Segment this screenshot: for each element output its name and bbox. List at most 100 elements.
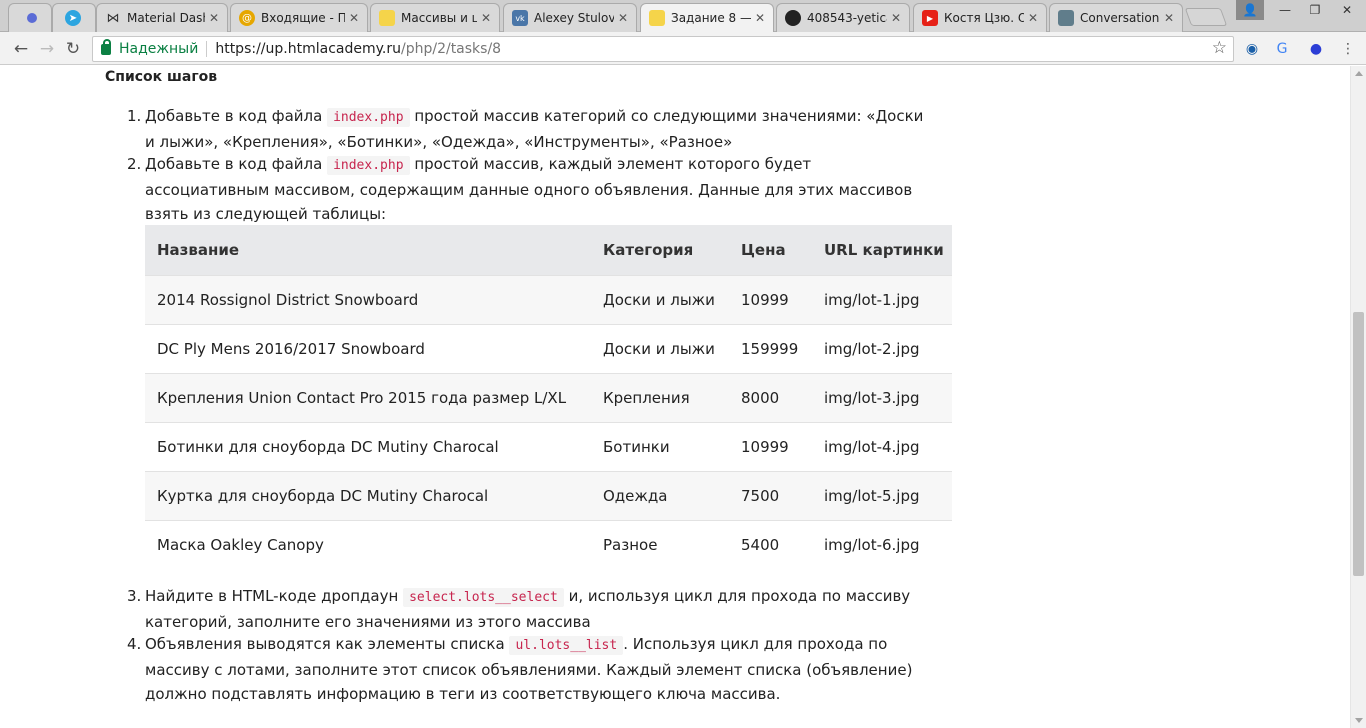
code-snippet: index.php bbox=[327, 156, 410, 175]
tab-4[interactable]: Массивы и ц ✕ bbox=[370, 3, 500, 32]
table-row: Ботинки для сноуборда DC Mutiny Charocal… bbox=[145, 421, 952, 471]
col-header-category: Категория bbox=[591, 225, 729, 275]
cell-url: img/lot-3.jpg bbox=[812, 372, 952, 422]
step-number: 4. bbox=[127, 635, 142, 653]
table-header-row: Название Категория Цена URL картинки bbox=[145, 225, 952, 275]
tab-1[interactable]: ➤ bbox=[52, 3, 96, 32]
reload-icon[interactable]: ↻ bbox=[62, 38, 84, 60]
cell-price: 10999 bbox=[729, 274, 812, 324]
cell-name: 2014 Rossignol District Snowboard bbox=[145, 274, 591, 324]
url-path: /php/2/tasks/8 bbox=[400, 41, 502, 57]
cell-price: 10999 bbox=[729, 421, 812, 471]
vertical-scrollbar[interactable] bbox=[1350, 66, 1366, 728]
vk-icon: vk bbox=[512, 10, 528, 26]
cell-category: Разное bbox=[591, 519, 729, 569]
cell-category: Доски и лыжи bbox=[591, 274, 729, 324]
translate-icon[interactable]: G bbox=[1272, 39, 1292, 59]
step-text: Объявления выводятся как элементы списка bbox=[145, 635, 505, 653]
cell-name: Ботинки для сноуборда DC Mutiny Charocal bbox=[145, 421, 591, 471]
tab-0[interactable] bbox=[8, 3, 52, 32]
cell-category: Ботинки bbox=[591, 421, 729, 471]
divider bbox=[206, 41, 208, 57]
back-icon[interactable]: ← bbox=[10, 38, 32, 60]
cell-price: 7500 bbox=[729, 470, 812, 520]
circle-icon bbox=[27, 13, 37, 23]
scrollbar-thumb[interactable] bbox=[1353, 312, 1364, 576]
table-row: Крепления Union Contact Pro 2015 года ра… bbox=[145, 372, 952, 422]
new-tab-button[interactable] bbox=[1184, 8, 1228, 26]
tab-9[interactable]: Conversations ✕ bbox=[1049, 3, 1183, 32]
cell-url: img/lot-2.jpg bbox=[812, 323, 952, 373]
page-content: Список шагов 1. Добавьте в код файла ind… bbox=[0, 66, 1350, 728]
secure-label: Надежный bbox=[119, 41, 199, 57]
cell-price: 8000 bbox=[729, 372, 812, 422]
github-icon bbox=[785, 10, 801, 26]
restore-icon[interactable]: ❐ bbox=[1300, 0, 1330, 20]
user-profile-icon[interactable]: 👤 bbox=[1236, 0, 1264, 20]
tab-title: Conversations bbox=[1080, 11, 1160, 25]
cell-category: Одежда bbox=[591, 470, 729, 520]
cell-name: Крепления Union Contact Pro 2015 года ра… bbox=[145, 372, 591, 422]
col-header-name: Название bbox=[145, 225, 591, 275]
tab-5[interactable]: vk Alexey Stulov ✕ bbox=[503, 3, 637, 32]
chat-icon bbox=[1058, 10, 1074, 26]
cell-category: Доски и лыжи bbox=[591, 323, 729, 373]
step-number: 1. bbox=[127, 107, 142, 125]
extension-shield-icon[interactable]: ◉ bbox=[1242, 39, 1262, 59]
cell-price: 159999 bbox=[729, 323, 812, 373]
cell-url: img/lot-5.jpg bbox=[812, 470, 952, 520]
lock-icon bbox=[101, 38, 111, 55]
tab-7[interactable]: 408543-yetica ✕ bbox=[776, 3, 910, 32]
url-host: https://up.htmlacademy.ru bbox=[215, 41, 401, 57]
address-bar[interactable]: Надежный https://up.htmlacademy.ru/php/2… bbox=[92, 36, 1234, 62]
tab-title: Массивы и ц bbox=[401, 11, 477, 25]
extension-dot-icon[interactable]: ● bbox=[1306, 39, 1326, 59]
cell-name: DC Ply Mens 2016/2017 Snowboard bbox=[145, 323, 591, 373]
col-header-url: URL картинки bbox=[812, 225, 952, 275]
cell-category: Крепления bbox=[591, 372, 729, 422]
telegram-icon: ➤ bbox=[65, 10, 81, 26]
bookmark-star-icon[interactable]: ☆ bbox=[1212, 38, 1227, 58]
table-row: 2014 Rossignol District Snowboard Доски … bbox=[145, 274, 952, 324]
tab-3[interactable]: @ Входящие - П ✕ bbox=[230, 3, 368, 32]
bowtie-icon: ⋈ bbox=[106, 10, 120, 26]
close-icon[interactable]: ✕ bbox=[755, 11, 767, 25]
close-icon[interactable]: ✕ bbox=[349, 11, 361, 25]
code-snippet: index.php bbox=[327, 108, 410, 127]
table-row: DC Ply Mens 2016/2017 Snowboard Доски и … bbox=[145, 323, 952, 373]
close-icon[interactable]: ✕ bbox=[618, 11, 630, 25]
table-row: Маска Oakley Canopy Разное 5400 img/lot-… bbox=[145, 519, 952, 569]
cell-url: img/lot-4.jpg bbox=[812, 421, 952, 471]
step-text: Найдите в HTML-коде дропдаун bbox=[145, 587, 399, 605]
close-icon[interactable]: ✕ bbox=[891, 11, 903, 25]
step-text: Добавьте в код файла bbox=[145, 155, 323, 173]
academy-icon bbox=[649, 10, 665, 26]
close-icon[interactable]: ✕ bbox=[1028, 11, 1040, 25]
tab-title: Material Dashb bbox=[127, 11, 205, 25]
code-snippet: ul.lots__list bbox=[509, 636, 624, 655]
forward-icon[interactable]: → bbox=[36, 38, 58, 60]
step-number: 2. bbox=[127, 155, 142, 173]
minimize-icon[interactable]: — bbox=[1270, 0, 1300, 20]
browser-toolbar: ← → ↻ Надежный https://up.htmlacademy.ru… bbox=[0, 32, 1366, 65]
close-icon[interactable]: ✕ bbox=[1164, 11, 1176, 25]
close-icon[interactable]: ✕ bbox=[481, 11, 493, 25]
window-close-icon[interactable]: ✕ bbox=[1330, 0, 1364, 20]
steps-heading: Список шагов bbox=[105, 69, 218, 85]
col-header-price: Цена bbox=[729, 225, 812, 275]
tab-8[interactable]: ▶ Костя Цзю. О ✕ bbox=[913, 3, 1047, 32]
scroll-down-arrow-icon[interactable] bbox=[1355, 718, 1363, 723]
youtube-icon: ▶ bbox=[922, 10, 938, 26]
mail-icon: @ bbox=[239, 10, 255, 26]
tab-2[interactable]: ⋈ Material Dashb ✕ bbox=[96, 3, 228, 32]
close-icon[interactable]: ✕ bbox=[209, 11, 221, 25]
cell-url: img/lot-6.jpg bbox=[812, 519, 952, 569]
menu-icon[interactable]: ⋮ bbox=[1338, 39, 1358, 59]
scroll-up-arrow-icon[interactable] bbox=[1355, 71, 1363, 76]
tab-title: Костя Цзю. О bbox=[944, 11, 1024, 25]
tab-title: Alexey Stulov bbox=[534, 11, 614, 25]
tab-6-active[interactable]: Задание 8 — ✕ bbox=[640, 3, 774, 32]
tab-title: Задание 8 — bbox=[671, 11, 751, 25]
academy-icon bbox=[379, 10, 395, 26]
cell-name: Куртка для сноуборда DC Mutiny Charocal bbox=[145, 470, 591, 520]
